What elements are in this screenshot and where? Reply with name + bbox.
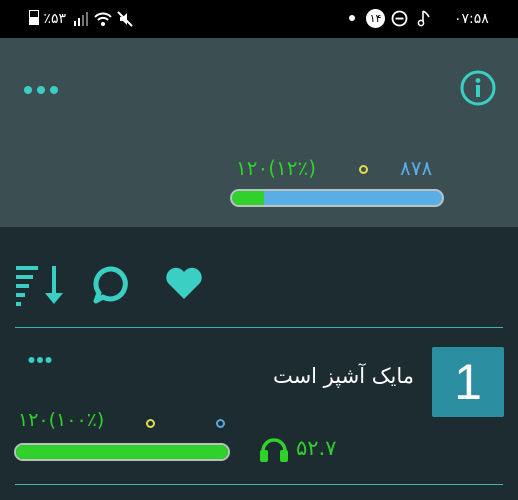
notification-dot-icon <box>349 15 355 21</box>
music-note-icon <box>417 9 431 27</box>
header-progress-bar <box>230 189 444 207</box>
mute-icon <box>117 11 133 27</box>
notification-count-badge: ۱۴ <box>366 9 385 28</box>
battery-icon <box>29 10 39 25</box>
wifi-icon <box>94 11 112 27</box>
item-green-stat: ۱۲۰(۱۰۰٪) <box>18 409 105 431</box>
listen-count: ۵۲.۷ <box>296 436 337 460</box>
clock: ۰۷:۵۸ <box>454 11 489 27</box>
battery-indicator: ٪۵۳ <box>29 10 66 28</box>
item-yellow-dot <box>146 419 155 428</box>
do-not-disturb-icon <box>391 10 408 27</box>
signal-icon <box>73 11 89 27</box>
heart-icon[interactable] <box>165 266 203 304</box>
divider-bottom <box>15 484 503 485</box>
sort-icon[interactable] <box>16 264 64 310</box>
header-blue-stat: ۸۷۸ <box>400 156 433 180</box>
header-progress-fill <box>232 191 264 205</box>
header-green-stat: ۱۲۰(۱۲٪) <box>236 156 317 180</box>
item-title: مایک آشپز است <box>272 364 414 388</box>
divider-top <box>15 327 503 328</box>
info-icon[interactable] <box>460 70 496 110</box>
header-yellow-dot <box>359 165 368 174</box>
item-blue-dot <box>216 419 225 428</box>
more-options-icon[interactable] <box>23 81 59 100</box>
headphones-icon <box>259 435 289 467</box>
comment-icon[interactable] <box>92 265 132 309</box>
rank-badge: 1 <box>432 347 504 417</box>
item-more-options-icon[interactable] <box>28 349 52 368</box>
item-progress-fill <box>16 445 228 459</box>
status-bar: ٪۵۳ ۱۴ ۰۷:۵۸ <box>0 0 518 38</box>
item-progress-bar <box>14 443 230 461</box>
rank-number: 1 <box>454 354 482 410</box>
battery-percent: ٪۵۳ <box>43 11 67 27</box>
header-panel: ۱۲۰(۱۲٪) ۸۷۸ <box>0 38 518 227</box>
